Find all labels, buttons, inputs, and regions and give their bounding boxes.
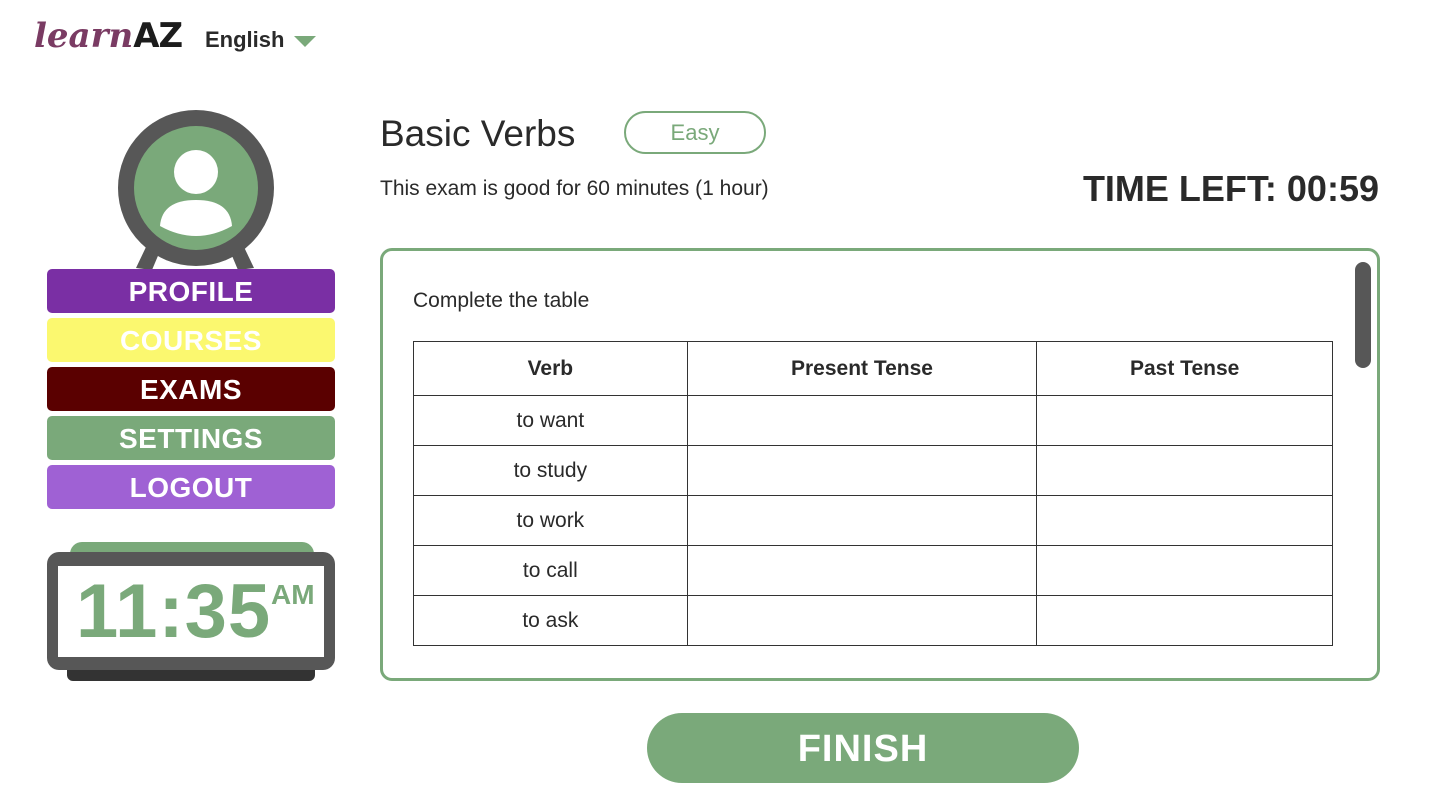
exam-question-panel: Complete the table Verb Present Tense Pa… <box>380 248 1380 681</box>
user-avatar[interactable] <box>110 108 280 278</box>
nav-logout-button[interactable]: LOGOUT <box>47 465 335 509</box>
panel-scrollbar[interactable] <box>1355 262 1371 368</box>
finish-button[interactable]: FINISH <box>647 713 1079 783</box>
verb-cell: to study <box>413 445 688 496</box>
language-selector[interactable]: English <box>205 27 317 53</box>
verb-cell: to work <box>413 495 688 546</box>
present-tense-input[interactable] <box>686 395 1038 446</box>
past-tense-input[interactable] <box>1036 395 1333 446</box>
column-header-past-tense: Past Tense <box>1036 341 1333 396</box>
question-instructions: Complete the table <box>413 289 590 312</box>
present-tense-input[interactable] <box>686 495 1038 546</box>
verb-cell: to want <box>413 395 688 446</box>
clock-time: 11:35 <box>76 569 272 654</box>
table-row: to call <box>413 545 1333 596</box>
table-header-row: Verb Present Tense Past Tense <box>413 341 1333 396</box>
time-left-display: TIME LEFT: 00:59 <box>1082 168 1379 209</box>
present-tense-input[interactable] <box>686 545 1038 596</box>
exam-duration-note: This exam is good for 60 minutes (1 hour… <box>380 177 769 200</box>
logo-text-az: AZ <box>133 16 183 56</box>
table-row: to work <box>413 495 1333 546</box>
verb-cell: to call <box>413 545 688 596</box>
table-row: to want <box>413 395 1333 446</box>
verb-table: Verb Present Tense Past Tense to want to… <box>413 341 1333 646</box>
clock-period: AM <box>271 579 315 610</box>
past-tense-input[interactable] <box>1036 595 1333 646</box>
chevron-down-icon <box>294 35 317 47</box>
avatar-icon <box>118 110 274 270</box>
column-header-verb: Verb <box>413 341 688 396</box>
column-header-present-tense: Present Tense <box>686 341 1038 396</box>
past-tense-input[interactable] <box>1036 545 1333 596</box>
exam-title: Basic Verbs <box>380 113 576 154</box>
sidebar-nav: PROFILE COURSES EXAMS SETTINGS LOGOUT <box>47 269 335 514</box>
present-tense-input[interactable] <box>686 595 1038 646</box>
table-row: to study <box>413 445 1333 496</box>
table-row: to ask <box>413 595 1333 646</box>
nav-settings-button[interactable]: SETTINGS <box>47 416 335 460</box>
app-logo[interactable]: learnAZ <box>34 16 183 56</box>
difficulty-badge: Easy <box>624 111 766 154</box>
verb-cell: to ask <box>413 595 688 646</box>
nav-exams-button[interactable]: EXAMS <box>47 367 335 411</box>
past-tense-input[interactable] <box>1036 445 1333 496</box>
nav-courses-button[interactable]: COURSES <box>47 318 335 362</box>
nav-profile-button[interactable]: PROFILE <box>47 269 335 313</box>
past-tense-input[interactable] <box>1036 495 1333 546</box>
language-label: English <box>205 27 285 52</box>
present-tense-input[interactable] <box>686 445 1038 496</box>
logo-text-learn: learn <box>34 16 134 56</box>
